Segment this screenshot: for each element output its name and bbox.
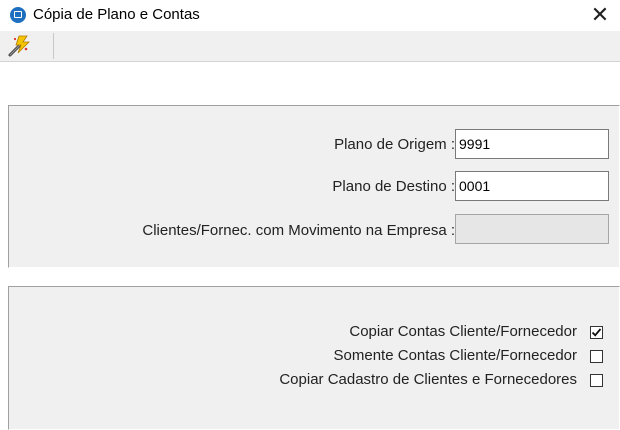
option-label-2: Copiar Cadastro de Clientes e Fornecedor…: [279, 371, 577, 388]
option-checkbox-0[interactable]: [590, 326, 603, 339]
plano-destino-label: Plano de Destino :: [332, 178, 455, 195]
plano-origem-label: Plano de Origem :: [334, 136, 455, 153]
option-checkbox-1[interactable]: [590, 350, 603, 363]
clientes-fornec-input: [455, 214, 609, 244]
close-button[interactable]: ✕: [580, 0, 620, 30]
dialog-window: Cópia de Plano e Contas ✕ Plano de Orige…: [0, 0, 620, 430]
clientes-fornec-label: Clientes/Fornec. com Movimento na Empres…: [142, 222, 455, 239]
toolbar-separator: [53, 33, 54, 59]
toolbar: [0, 31, 620, 62]
checkmark-icon: [591, 328, 602, 337]
window-title: Cópia de Plano e Contas: [33, 6, 200, 23]
lightning-wand-icon[interactable]: [6, 33, 32, 59]
plano-origem-input[interactable]: [455, 129, 609, 159]
option-label-0: Copiar Contas Cliente/Fornecedor: [349, 323, 577, 340]
option-label-1: Somente Contas Cliente/Fornecedor: [333, 347, 577, 364]
plano-destino-input[interactable]: [455, 171, 609, 201]
plan-fields-panel: Plano de Origem : Plano de Destino : Cli…: [8, 105, 620, 268]
app-window-icon: [10, 7, 26, 23]
copy-options-panel: Copiar Contas Cliente/Fornecedor Somente…: [8, 286, 620, 430]
title-bar[interactable]: Cópia de Plano e Contas ✕: [0, 0, 620, 30]
option-checkbox-2[interactable]: [590, 374, 603, 387]
